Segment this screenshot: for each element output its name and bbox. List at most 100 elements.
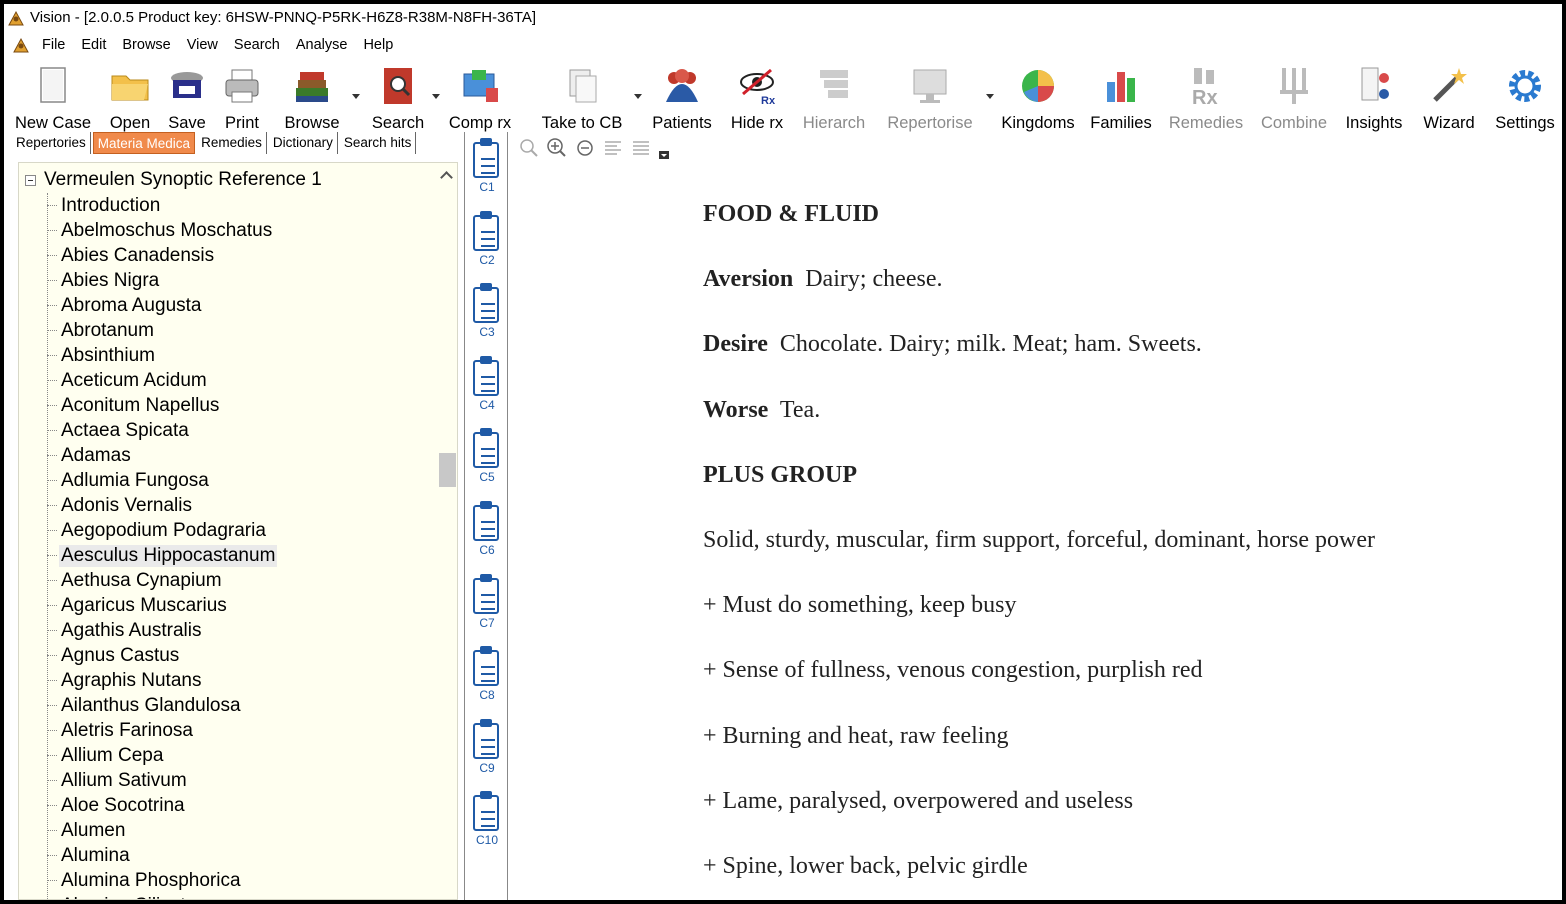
plus-group-lines: Solid, sturdy, muscular, firm support, f… <box>703 524 1375 900</box>
desire-line: Desire Chocolate. Dairy; milk. Meat; ham… <box>703 328 1375 393</box>
clipboard-c6[interactable]: C6 <box>471 501 503 561</box>
search-button[interactable]: Search <box>362 60 434 132</box>
clipboard-c10[interactable]: C10 <box>471 791 503 851</box>
tree-item-label: Abelmoschus Moschatus <box>61 219 273 241</box>
system-menu-icon[interactable] <box>6 34 34 56</box>
menu-browse[interactable]: Browse <box>114 37 178 53</box>
tree-item[interactable]: Aconitum Napellus <box>31 393 451 418</box>
menu-file[interactable]: File <box>34 37 73 53</box>
patients-button[interactable]: Patients <box>644 60 720 132</box>
repertorise-dropdown-icon[interactable] <box>986 94 994 100</box>
overflow-dropdown-icon[interactable] <box>658 137 670 159</box>
hide-rx-button[interactable]: Rx Hide rx <box>726 60 788 132</box>
tab-remedies[interactable]: Remedies <box>197 132 267 154</box>
families-button[interactable]: Families <box>1086 60 1156 132</box>
tree-item[interactable]: Actaea Spicata <box>31 418 451 443</box>
tree-item[interactable]: Abroma Augusta <box>31 293 451 318</box>
tree-item-label: Adonis Vernalis <box>61 494 192 516</box>
menu-edit[interactable]: Edit <box>73 37 114 53</box>
clipboard-c1[interactable]: C1 <box>471 138 503 198</box>
clipboard-clip <box>480 428 492 437</box>
tree-item[interactable]: Alumina Silicata <box>31 893 451 900</box>
wizard-button[interactable]: Wizard <box>1418 60 1480 132</box>
tree-item[interactable]: Agaricus Muscarius <box>31 593 451 618</box>
find-icon[interactable] <box>518 137 540 159</box>
desire-label: Desire <box>703 331 768 358</box>
tab-search-hits[interactable]: Search hits <box>340 132 417 154</box>
take-to-cb-button[interactable]: Take to CB <box>532 60 632 132</box>
tree-item[interactable]: Abrotanum <box>31 318 451 343</box>
tree-item[interactable]: Abies Nigra <box>31 268 451 293</box>
tree-item[interactable]: Introduction <box>31 193 451 218</box>
zoom-out-icon[interactable] <box>574 137 596 159</box>
zoom-in-icon[interactable] <box>546 137 568 159</box>
tree-scrollbar[interactable] <box>437 163 457 899</box>
remedies-button[interactable]: Rx Remedies <box>1164 60 1248 132</box>
tree-item[interactable]: Agathis Australis <box>31 618 451 643</box>
open-button[interactable]: Open <box>104 60 156 132</box>
clipboard-c3[interactable]: C3 <box>471 283 503 343</box>
scroll-up-icon[interactable] <box>441 173 453 181</box>
clipboard-c7[interactable]: C7 <box>471 573 503 634</box>
repertorise-button[interactable]: Repertorise <box>880 60 980 132</box>
combine-button[interactable]: Combine <box>1256 60 1332 132</box>
browse-dropdown-icon[interactable] <box>352 94 360 100</box>
tree-item-label: Abroma Augusta <box>61 294 202 316</box>
menu-view[interactable]: View <box>179 37 226 53</box>
browse-button[interactable]: Browse <box>276 60 348 132</box>
search-dropdown-icon[interactable] <box>432 94 440 100</box>
scroll-thumb[interactable] <box>439 453 456 487</box>
tree-item[interactable]: Ailanthus Glandulosa <box>31 693 451 718</box>
tree-item[interactable]: Abies Canadensis <box>31 243 451 268</box>
tree-item[interactable]: Agnus Castus <box>31 643 451 668</box>
tree-item[interactable]: Agraphis Nutans <box>31 668 451 693</box>
settings-button[interactable]: Settings <box>1490 60 1560 132</box>
materia-medica-reader: FOOD & FLUID Aversion Dairy; cheese. Des… <box>510 166 1562 900</box>
combine-icon <box>1272 64 1316 108</box>
tab-repertories[interactable]: Repertories <box>12 132 91 154</box>
insights-button[interactable]: Insights <box>1338 60 1410 132</box>
kingdoms-button[interactable]: Kingdoms <box>998 60 1078 132</box>
collapse-icon[interactable] <box>25 174 36 186</box>
tab-materia-medica[interactable]: Materia Medica <box>92 132 196 154</box>
tree-item[interactable]: Aethusa Cynapium <box>31 568 451 593</box>
menu-search[interactable]: Search <box>226 37 288 53</box>
save-button[interactable]: Save <box>162 60 212 132</box>
tree-root[interactable]: Vermeulen Synoptic Reference 1 <box>25 169 322 191</box>
tree-item[interactable]: Aegopodium Podagraria <box>31 518 451 543</box>
print-button[interactable]: Print <box>218 60 266 132</box>
hierarch-button[interactable]: Hierarch <box>796 60 872 132</box>
tree-item[interactable]: Allium Cepa <box>31 743 451 768</box>
tree-item[interactable]: Aloe Socotrina <box>31 793 451 818</box>
tree-item[interactable]: Allium Sativum <box>31 768 451 793</box>
take-to-cb-dropdown-icon[interactable] <box>634 94 642 100</box>
tree-item[interactable]: Aceticum Acidum <box>31 368 451 393</box>
justify-icon[interactable] <box>630 137 652 159</box>
tree-item[interactable]: Aletris Farinosa <box>31 718 451 743</box>
clipboard-c9[interactable]: C9 <box>471 718 503 779</box>
tree-item-label: Abrotanum <box>61 319 154 341</box>
tree-item[interactable]: Absinthium <box>31 343 451 368</box>
menu-help[interactable]: Help <box>355 37 401 53</box>
align-left-icon[interactable] <box>602 137 624 159</box>
clipboard-icon <box>473 577 499 614</box>
clipboard-c5[interactable]: C5 <box>471 428 503 488</box>
clipboard-c2[interactable]: C2 <box>471 210 503 271</box>
tree-item[interactable]: Adonis Vernalis <box>31 493 451 518</box>
content-line: + Must do something, keep busy <box>703 592 1017 619</box>
tree-item[interactable]: Abelmoschus Moschatus <box>31 218 451 243</box>
new-case-button[interactable]: New Case <box>10 60 96 132</box>
tree-item[interactable]: Adamas <box>31 443 451 468</box>
tab-dictionary[interactable]: Dictionary <box>269 132 338 154</box>
clipboard-c4[interactable]: C4 <box>471 355 503 416</box>
menu-analyse[interactable]: Analyse <box>288 37 356 53</box>
tree-item[interactable]: Aesculus Hippocastanum <box>31 543 451 568</box>
tree-item[interactable]: Adlumia Fungosa <box>31 468 451 493</box>
tree-item[interactable]: Alumina Phosphorica <box>31 868 451 893</box>
tree-item[interactable]: Alumen <box>31 818 451 843</box>
patients-icon <box>660 64 704 108</box>
clipboard-c8[interactable]: C8 <box>471 646 503 706</box>
comp-rx-button[interactable]: Comp rx <box>444 60 516 132</box>
tree-item[interactable]: Alumina <box>31 843 451 868</box>
monitor-icon <box>908 64 952 108</box>
